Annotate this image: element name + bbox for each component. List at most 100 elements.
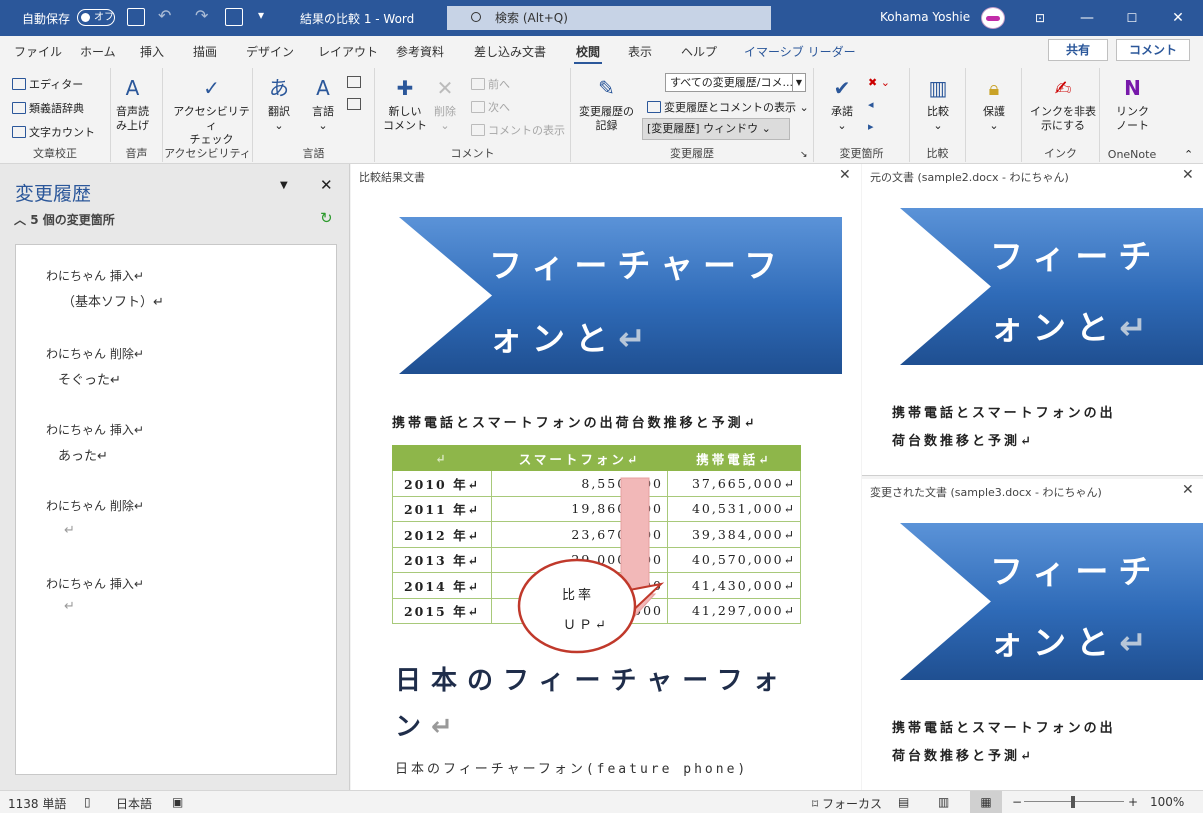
- tab-layout[interactable]: レイアウト: [318, 43, 378, 60]
- revisions-list[interactable]: わにちゃん 挿入↵ （基本ソフト）↵ わにちゃん 削除↵ そぐった↵ わにちゃん…: [15, 244, 337, 775]
- tab-immersive-reader[interactable]: イマーシブ リーダー: [744, 43, 856, 60]
- compare-icon: ▥: [928, 76, 948, 100]
- thesaurus-button[interactable]: 類義語辞典: [12, 100, 84, 116]
- language-button[interactable]: A 言語 ⌄: [309, 74, 337, 133]
- prev-comment-icon: [471, 78, 485, 90]
- zoom-slider-thumb[interactable]: [1071, 796, 1075, 808]
- comments-button[interactable]: コメント: [1116, 39, 1190, 61]
- zoom-in-icon[interactable]: +: [1128, 795, 1138, 809]
- tab-insert[interactable]: 挿入: [140, 43, 164, 60]
- editor-button[interactable]: エディター: [12, 76, 83, 92]
- language-status[interactable]: 日本語: [116, 795, 152, 812]
- track-changes-button[interactable]: ✎ 変更履歴の 記録: [579, 74, 634, 133]
- markup-select[interactable]: すべての変更履歴/コメ... ▼: [665, 73, 806, 92]
- print-preview-icon[interactable]: [225, 8, 243, 26]
- reject-icon[interactable]: ✖ ⌄: [868, 76, 890, 89]
- autosave-label: 自動保存: [22, 12, 71, 26]
- accessibility-check-button[interactable]: ✓ アクセシビリティ チェック: [171, 74, 252, 147]
- web-layout-icon[interactable]: ▦: [970, 791, 1002, 813]
- language-icon: A: [316, 76, 330, 100]
- print-layout-icon[interactable]: ▥: [938, 795, 949, 809]
- language-option-icon[interactable]: [347, 76, 361, 88]
- revision-content[interactable]: ↵: [64, 599, 75, 614]
- group-label-compare: 比較: [926, 147, 949, 160]
- tab-design[interactable]: デザイン: [246, 43, 294, 60]
- close-icon[interactable]: ✕: [1166, 6, 1190, 30]
- compare-button[interactable]: ▥ 比較 ⌄: [924, 74, 952, 133]
- quick-access-menu-icon[interactable]: ▾: [258, 8, 264, 22]
- next-change-icon[interactable]: ▸: [868, 120, 874, 133]
- word-count-button[interactable]: 文字カウント: [12, 124, 95, 140]
- maximize-icon[interactable]: ☐: [1120, 6, 1144, 30]
- autosave-toggle[interactable]: オフ: [77, 9, 115, 26]
- tab-review[interactable]: 校閲: [573, 43, 603, 65]
- translate-button[interactable]: あ翻訳 ⌄: [265, 74, 293, 133]
- revised-subtitle-line1: 携帯電話とスマートフォンの出: [892, 721, 1116, 736]
- tab-file[interactable]: ファイル: [14, 43, 62, 60]
- read-aloud-button[interactable]: A 音声読 み上げ: [116, 74, 149, 133]
- original-banner-line1: フィーチ: [990, 237, 1162, 276]
- original-document[interactable]: 元の文書 (sample2.docx - わにちゃん) ✕ フィーチ ォンと↵ …: [862, 164, 1203, 476]
- new-comment-button[interactable]: ✚ 新しい コメント: [383, 74, 427, 133]
- revised-close-icon[interactable]: ✕: [1182, 482, 1194, 498]
- save-icon[interactable]: [127, 8, 145, 26]
- compared-document[interactable]: 比較結果文書 ✕ フィーチャーフ ォンと↵ 携帯電話とスマートフォンの出荷台数推…: [351, 164, 861, 790]
- tab-draw[interactable]: 描画: [193, 43, 217, 60]
- undo-icon[interactable]: ↶: [158, 6, 171, 25]
- accept-button[interactable]: ✔ 承諾 ⌄: [828, 74, 856, 133]
- show-comments-icon: [471, 124, 485, 136]
- banner-text-line2: ォンと↵: [489, 319, 656, 358]
- collapse-ribbon-icon[interactable]: ⌃: [1184, 148, 1193, 161]
- zoom-out-icon[interactable]: −: [1012, 795, 1022, 809]
- protect-button[interactable]: 🔒︎ 保護 ⌄: [980, 74, 1008, 133]
- revisions-pane: 変更履歴 ▼ ✕ ︿ 5 個の変更箇所 ↻ わにちゃん 挿入↵ （基本ソフト）↵…: [0, 164, 350, 790]
- table-cell: 39,384,000↵: [667, 521, 801, 548]
- keyboard-icon[interactable]: [347, 98, 361, 110]
- show-comments-button[interactable]: コメントの表示: [471, 122, 565, 138]
- prev-comment-button[interactable]: 前へ: [471, 76, 510, 92]
- proofing-status-icon[interactable]: ▯: [84, 795, 91, 809]
- revision-content[interactable]: （基本ソフト）↵: [62, 291, 164, 310]
- revised-document[interactable]: 変更された文書 (sample3.docx - わにちゃん) ✕ フィーチ ォン…: [862, 479, 1203, 790]
- show-markup-button[interactable]: 変更履歴とコメントの表示 ⌄: [647, 99, 809, 115]
- revision-content[interactable]: ↵: [64, 523, 75, 538]
- group-ink: ✍ インクを非表 示にする インク: [1022, 68, 1100, 162]
- refresh-icon[interactable]: ↻: [320, 209, 333, 227]
- delete-comment-button[interactable]: ✕ 削除 ⌄: [431, 74, 459, 133]
- next-comment-button[interactable]: 次へ: [471, 99, 510, 115]
- revision-author: わにちゃん 挿入↵: [46, 577, 144, 591]
- tab-home[interactable]: ホーム: [80, 43, 116, 60]
- search-box[interactable]: 検索 (Alt+Q): [447, 6, 771, 30]
- revision-content[interactable]: そぐった↵: [58, 369, 121, 388]
- original-close-icon[interactable]: ✕: [1182, 167, 1194, 183]
- read-mode-icon[interactable]: ▤: [898, 795, 909, 809]
- revisions-count[interactable]: ︿ 5 個の変更箇所: [14, 211, 115, 228]
- compared-close-icon[interactable]: ✕: [839, 167, 851, 183]
- pane-options-icon[interactable]: ▼: [280, 180, 288, 191]
- tab-view[interactable]: 表示: [628, 43, 652, 60]
- accessibility-status-icon[interactable]: ▣: [172, 795, 183, 809]
- avatar[interactable]: [981, 7, 1005, 29]
- tab-references[interactable]: 参考資料: [396, 43, 444, 60]
- previous-change-icon[interactable]: ◂: [868, 98, 874, 111]
- share-button[interactable]: 共有: [1048, 39, 1108, 61]
- hide-ink-button[interactable]: ✍ インクを非表 示にする: [1030, 74, 1096, 133]
- delete-comment-icon: ✕: [436, 76, 454, 100]
- minimize-icon[interactable]: —: [1075, 6, 1099, 30]
- pane-close-icon[interactable]: ✕: [320, 176, 333, 194]
- status-bar: 1138 単語 ▯ 日本語 ▣ ⌑ フォーカス ▤ ▥ ▦ − + 100%: [0, 790, 1203, 813]
- word-count[interactable]: 1138 単語: [8, 795, 66, 812]
- redo-icon[interactable]: ↷: [195, 6, 208, 25]
- group-changes: ✔ 承諾 ⌄ ✖ ⌄ ◂ ▸ 変更箇所: [814, 68, 910, 162]
- zoom-level[interactable]: 100%: [1150, 795, 1184, 809]
- revision-content[interactable]: あった↵: [58, 445, 108, 464]
- document-subtitle: 携帯電話とスマートフォンの出荷台数推移と予測↵: [392, 416, 758, 431]
- focus-mode[interactable]: ⌑ フォーカス: [812, 795, 882, 812]
- tab-mailings[interactable]: 差し込み文書: [474, 43, 546, 60]
- linked-notes-button[interactable]: N リンク ノート: [1116, 74, 1149, 133]
- reviewing-pane-button[interactable]: [変更履歴] ウィンドウ ⌄: [642, 118, 790, 140]
- tab-help[interactable]: ヘルプ: [681, 43, 717, 60]
- user-name[interactable]: Kohama Yoshie: [880, 10, 970, 24]
- group-label-accessibility: アクセシビリティ: [164, 147, 251, 160]
- ribbon-display-icon[interactable]: ⊡: [1028, 6, 1052, 30]
